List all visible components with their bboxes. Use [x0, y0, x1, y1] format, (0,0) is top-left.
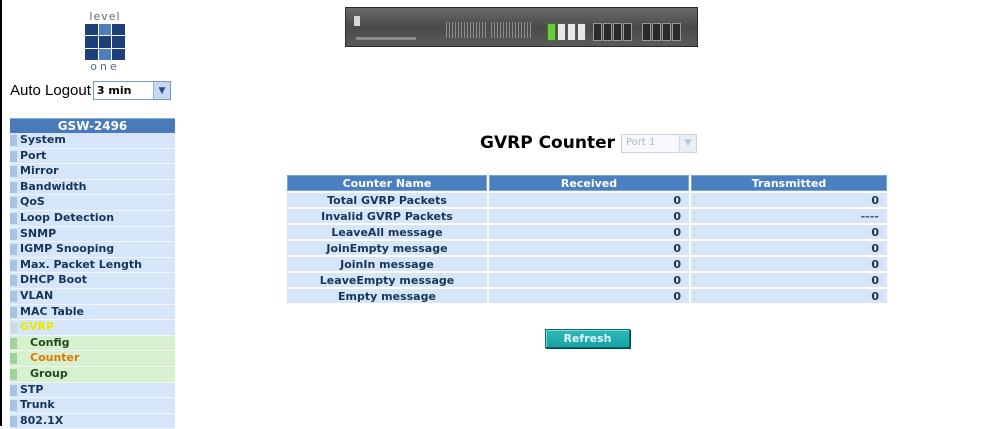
sidebar-item-loop-detection[interactable]: Loop Detection: [10, 210, 175, 227]
sidebar-header: GSW-2496: [10, 118, 175, 133]
counter-name: JoinEmpty message: [287, 241, 487, 255]
port-icon[interactable]: [662, 23, 671, 41]
table-row: Total GVRP Packets 0 0: [287, 193, 887, 207]
port-icon[interactable]: [623, 23, 632, 41]
auto-logout-label: Auto Logout: [10, 82, 91, 99]
port-select-value: Port 1: [625, 136, 656, 148]
received-value: 0: [489, 225, 689, 239]
transmitted-value: 0: [691, 225, 887, 239]
sidebar-subitem-config[interactable]: Config: [10, 335, 175, 352]
column-header-received: Received: [489, 175, 689, 191]
counter-name: LeaveEmpty message: [287, 273, 487, 287]
sidebar-subitem-group[interactable]: Group: [10, 366, 175, 383]
sidebar-item-mac-table[interactable]: MAC Table: [10, 304, 175, 321]
sidebar-item-8021x[interactable]: 802.1X: [10, 413, 175, 429]
table-row: LeaveAll message 0 0: [287, 225, 887, 239]
sidebar-item-snmp[interactable]: SNMP: [10, 226, 175, 243]
refresh-button[interactable]: Refresh: [545, 329, 630, 348]
port-icon[interactable]: [652, 23, 661, 41]
sidebar-item-qos[interactable]: QoS: [10, 195, 175, 211]
sidebar-item-trunk[interactable]: Trunk: [10, 398, 175, 414]
port-icon[interactable]: [593, 23, 602, 41]
sidebar-item-bandwidth[interactable]: Bandwidth: [10, 179, 175, 196]
sidebar-item-max-packet-length[interactable]: Max. Packet Length: [10, 257, 175, 274]
chevron-down-icon[interactable]: ▼: [152, 82, 170, 99]
counter-name: Total GVRP Packets: [287, 193, 487, 207]
sidebar-menu: GSW-2496 System Port Mirror Bandwidth Qo…: [10, 118, 175, 429]
table-row: Invalid GVRP Packets 0 ----: [287, 209, 887, 223]
sidebar-item-igmp-snooping[interactable]: IGMP Snooping: [10, 242, 175, 258]
transmitted-value: 0: [691, 273, 887, 287]
counter-name: Empty message: [287, 289, 487, 303]
received-value: 0: [489, 193, 689, 207]
received-value: 0: [489, 209, 689, 223]
auto-logout-select[interactable]: 3 min ▼: [92, 81, 171, 100]
page-title: GVRP Counter: [480, 133, 615, 153]
sidebar-item-dhcp-boot[interactable]: DHCP Boot: [10, 273, 175, 289]
received-value: 0: [489, 289, 689, 303]
power-led: [354, 16, 360, 26]
received-value: 0: [489, 273, 689, 287]
column-header-transmitted: Transmitted: [691, 175, 887, 191]
sidebar-item-port[interactable]: Port: [10, 148, 175, 165]
port-icon[interactable]: [547, 23, 556, 41]
transmitted-value: ----: [691, 209, 887, 223]
sidebar-subitem-counter[interactable]: Counter: [10, 351, 175, 367]
transmitted-value: 0: [691, 241, 887, 255]
port-icon[interactable]: [567, 23, 576, 41]
transmitted-value: 0: [691, 257, 887, 271]
logo-bottom-text: one: [90, 60, 120, 73]
port-group: [642, 23, 681, 41]
auto-logout-value: 3 min: [96, 84, 132, 97]
status-led-array: [446, 22, 486, 38]
sidebar-item-gvrp[interactable]: GVRP: [10, 320, 175, 336]
logo-top-text: level: [89, 10, 121, 23]
gvrp-counter-table: Counter Name Received Transmitted Total …: [285, 173, 889, 305]
switch-panel-image: [345, 7, 698, 47]
sidebar-item-stp[interactable]: STP: [10, 382, 175, 399]
counter-name: Invalid GVRP Packets: [287, 209, 487, 223]
counter-name: JoinIn message: [287, 257, 487, 271]
logo-mark: [85, 24, 125, 60]
transmitted-value: 0: [691, 193, 887, 207]
status-led-array: [491, 22, 531, 38]
table-row: JoinEmpty message 0 0: [287, 241, 887, 255]
counter-name: LeaveAll message: [287, 225, 487, 239]
port-icon[interactable]: [603, 23, 612, 41]
port-icon[interactable]: [672, 23, 681, 41]
received-value: 0: [489, 257, 689, 271]
port-select[interactable]: Port 1 ▼: [620, 133, 697, 153]
sidebar-item-vlan[interactable]: VLAN: [10, 288, 175, 305]
table-header-row: Counter Name Received Transmitted: [287, 175, 887, 191]
transmitted-value: 0: [691, 289, 887, 303]
sidebar-item-mirror[interactable]: Mirror: [10, 164, 175, 180]
page-title-row: GVRP Counter Port 1 ▼: [480, 133, 697, 153]
port-icon[interactable]: [557, 23, 566, 41]
table-row: LeaveEmpty message 0 0: [287, 273, 887, 287]
sidebar-item-system[interactable]: System: [10, 133, 175, 149]
levelone-logo: level one: [82, 10, 128, 73]
panel-label-strip: [356, 37, 416, 40]
port-group: [547, 23, 586, 41]
chevron-down-icon[interactable]: ▼: [678, 134, 696, 152]
port-icon[interactable]: [577, 23, 586, 41]
left-border: [0, 0, 2, 426]
table-row: JoinIn message 0 0: [287, 257, 887, 271]
port-icon[interactable]: [613, 23, 622, 41]
port-group: [593, 23, 632, 41]
column-header-counter-name: Counter Name: [287, 175, 487, 191]
auto-logout: Auto Logout 3 min ▼: [10, 81, 171, 100]
table-row: Empty message 0 0: [287, 289, 887, 303]
received-value: 0: [489, 241, 689, 255]
port-icon[interactable]: [642, 23, 651, 41]
